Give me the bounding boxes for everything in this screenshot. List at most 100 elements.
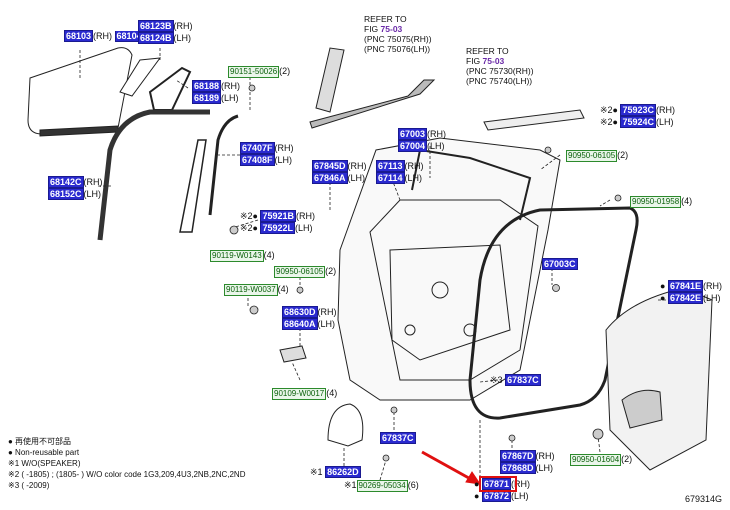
hardware-90950-06105b: 90950-06105 (2) (274, 266, 336, 278)
rh-suffix: (RH) (296, 211, 316, 221)
part-number-67408f[interactable]: 67408F (240, 154, 275, 166)
part-number-67003[interactable]: 67003 (398, 128, 428, 140)
part-number-67868d[interactable]: 67868D (500, 462, 536, 474)
rh-suffix: (RH) (404, 161, 424, 171)
part-number-67867d[interactable]: 67867D (500, 450, 536, 462)
hardware-number[interactable]: 90950-01958 (630, 196, 682, 208)
lh-suffix: (LH) (221, 93, 239, 103)
note-mark: ※2 (240, 223, 253, 233)
part-number-68123b[interactable]: 68123B (138, 20, 174, 32)
part-number-67837c[interactable]: 67837C (505, 374, 541, 386)
refer-note-1: REFER TO FIG 75-03 (PNC 75075(RH)) (PNC … (364, 14, 432, 54)
part-number-67842e[interactable]: 67842E (667, 292, 703, 304)
fig-link[interactable]: 75-03 (483, 56, 505, 66)
refer-pnc: (PNC 75076(LH)) (364, 44, 431, 54)
hardware-number[interactable]: 90119-W0037 (224, 284, 278, 296)
note-mark: ※3 (490, 375, 503, 385)
part-number-67846a[interactable]: 67846A (312, 172, 348, 184)
part-number-68630d[interactable]: 68630D (282, 306, 318, 318)
outer-molding (483, 109, 585, 131)
belt-molding-outer (315, 47, 345, 113)
rh-suffix: (RH) (93, 31, 113, 41)
speaker (327, 403, 364, 447)
part-number-67113[interactable]: 67113 (376, 160, 405, 172)
lh-suffix: (LH) (173, 33, 192, 43)
note-mark: ※2 (600, 105, 613, 115)
hardware-90119-w0143: 90119-W0143 (4) (210, 250, 275, 262)
refer-pnc: (PNC 75740(LH)) (466, 76, 533, 86)
lh-suffix: (LH) (83, 189, 102, 199)
hardware-number[interactable]: 90109-W0017 (272, 388, 327, 400)
sash-garnish (179, 139, 207, 233)
legend: ● 再使用不可部品 ● Non-reusable part ※1 W/O(SPE… (8, 436, 245, 491)
lh-suffix: (LH) (317, 319, 336, 329)
rh-suffix: (RH) (535, 451, 555, 461)
legend-line: ● Non-reusable part (8, 448, 80, 457)
quantity: (6) (407, 480, 419, 490)
part-number-75921b[interactable]: 75921B (260, 210, 297, 222)
note-mark: ※2 (600, 117, 613, 127)
part-number-67837c[interactable]: 67837C (380, 432, 416, 444)
quantity: (2) (279, 66, 291, 76)
callout-67867d: 67867D (RH) 67868D (LH) (500, 450, 555, 474)
part-number-68152c[interactable]: 68152C (48, 188, 84, 200)
part-number-67407f[interactable]: 67407F (240, 142, 275, 154)
part-number-68124b[interactable]: 68124B (138, 32, 174, 44)
part-number-67841e[interactable]: 67841E (667, 280, 703, 292)
door-parts-diagram (27, 47, 713, 485)
figure-code: 679314G (684, 494, 722, 504)
part-number-68188[interactable]: 68188 (192, 80, 222, 92)
part-number-75922l[interactable]: 75922L (260, 222, 296, 234)
rear-lower-channel (208, 114, 239, 216)
highlight-box (479, 476, 517, 492)
lh-suffix: (LH) (295, 223, 313, 233)
hardware-number[interactable]: 90950-06105 (274, 266, 326, 278)
hardware-number[interactable]: 90151-50026 (228, 66, 280, 78)
rh-suffix: (RH) (427, 129, 447, 139)
refer-fig-line: FIG 75-03 (364, 24, 432, 34)
hardware-number[interactable]: 90950-06105 (566, 150, 618, 162)
callout-68142c: 68142C (RH) 68152C (LH) (48, 176, 103, 200)
rh-suffix: (RH) (656, 105, 676, 115)
rh-suffix: (RH) (317, 307, 337, 317)
rh-suffix: (RH) (274, 143, 294, 153)
refer-pnc: (PNC 75075(RH)) (364, 34, 432, 44)
callout-68630d: 68630D (RH) 68640A (LH) (282, 306, 337, 330)
hardware-number[interactable]: 90119-W0143 (210, 250, 264, 262)
callout-75923c: ※2● 75923C (RH) ※2● 75924C (LH) (600, 104, 676, 128)
lh-suffix: (LH) (404, 173, 423, 183)
part-number-68189[interactable]: 68189 (192, 92, 222, 104)
hardware-number[interactable]: 90269-05034 (356, 480, 408, 492)
part-number-67845d[interactable]: 67845D (312, 160, 348, 172)
lh-suffix: (LH) (427, 141, 445, 151)
legend-line: ※1 W/O(SPEAKER) (8, 459, 81, 468)
callout-68188: 68188 (RH) 68189 (LH) (192, 80, 240, 104)
hardware-number[interactable]: 90950-01604 (570, 454, 622, 466)
part-number-68640a[interactable]: 68640A (282, 318, 318, 330)
fig-prefix: FIG (364, 24, 381, 34)
hardware-90950-06105: 90950-06105 (2) (566, 150, 628, 162)
note-mark: ※1 (344, 480, 357, 490)
lh-suffix: (LH) (535, 463, 554, 473)
part-number-67003c[interactable]: 67003C (542, 258, 578, 270)
part-number-75923c[interactable]: 75923C (620, 104, 657, 116)
hardware-90950-01958: 90950-01958 (4) (630, 196, 692, 208)
part-number-86262d[interactable]: 86262D (325, 466, 361, 478)
lh-suffix: (LH) (347, 173, 366, 183)
fig-link[interactable]: 75-03 (381, 24, 403, 34)
refer-line: REFER TO (466, 46, 509, 56)
part-number-75924c[interactable]: 75924C (620, 116, 657, 128)
lh-suffix: (LH) (274, 155, 293, 165)
hardware-90269-05034: ※1 90269-05034 (6) (344, 480, 419, 492)
part-number-68142c[interactable]: 68142C (48, 176, 84, 188)
part-number-67004[interactable]: 67004 (398, 140, 428, 152)
note-mark: ※2 (240, 211, 253, 221)
hardware-90950-01604: 90950-01604 (2) (570, 454, 632, 466)
callout-67003: 67003 (RH) 67004 (LH) (398, 128, 446, 152)
red-arrow (421, 450, 477, 484)
part-number-67114[interactable]: 67114 (376, 172, 405, 184)
part-number-68103[interactable]: 68103 (64, 30, 94, 42)
refer-note-2: REFER TO FIG 75-03 (PNC 75730(RH)) (PNC … (466, 46, 534, 86)
legend-line: ● 再使用不可部品 (8, 437, 72, 446)
door-hinge (279, 345, 307, 363)
